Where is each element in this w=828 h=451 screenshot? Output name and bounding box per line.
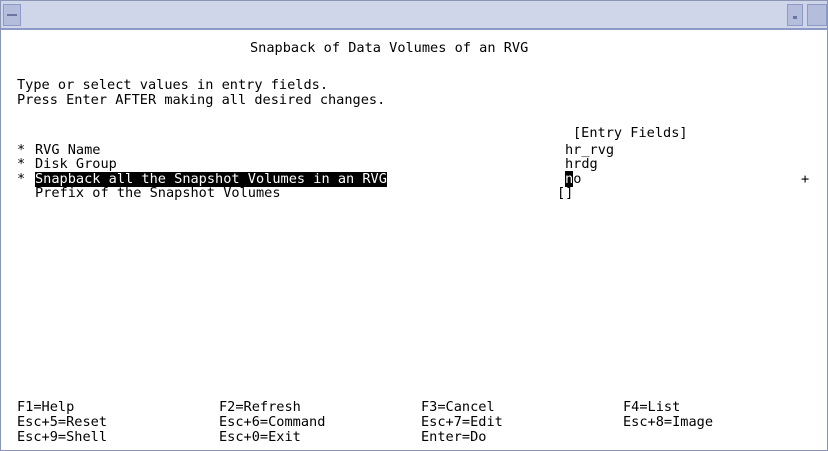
fkey-do[interactable]: Enter=Do: [421, 430, 486, 445]
terminal-window: Snapback of Data Volumes of an RVG Type …: [0, 0, 828, 451]
fkey-command[interactable]: Esc+6=Command: [219, 415, 325, 430]
window-titlebar[interactable]: [1, 1, 827, 30]
field-value-disk-group[interactable]: hrdg: [565, 157, 598, 172]
minimize-icon: [793, 16, 797, 19]
entry-fields-header: [Entry Fields]: [573, 125, 688, 141]
window-menu-button[interactable]: [3, 4, 21, 26]
menu-icon: [7, 14, 17, 16]
page-title: Snapback of Data Volumes of an RVG: [250, 40, 529, 56]
field-value-text: o: [573, 171, 582, 187]
fkey-image[interactable]: Esc+8=Image: [623, 415, 713, 430]
field-value-snapshot-prefix[interactable]: []: [557, 186, 573, 201]
instruction-line: Type or select values in entry fields.: [17, 77, 328, 93]
maximize-button[interactable]: [807, 4, 827, 26]
field-label-snapshot-prefix: Prefix of the Snapshot Volumes: [35, 185, 281, 201]
list-indicator[interactable]: +: [801, 172, 809, 187]
fkey-help[interactable]: F1=Help: [17, 400, 74, 415]
fkey-reset[interactable]: Esc+5=Reset: [17, 415, 107, 430]
fkey-cancel[interactable]: F3=Cancel: [421, 400, 495, 415]
required-marker: *: [17, 171, 26, 187]
instruction-line: Press Enter AFTER making all desired cha…: [17, 92, 386, 108]
fkey-shell[interactable]: Esc+9=Shell: [17, 430, 107, 445]
required-marker: *: [17, 156, 26, 172]
fkey-exit[interactable]: Esc+0=Exit: [219, 430, 301, 445]
minimize-button[interactable]: [787, 4, 803, 26]
field-label-disk-group: Disk Group: [35, 156, 117, 172]
fkey-edit[interactable]: Esc+7=Edit: [421, 415, 503, 430]
smit-screen: Snapback of Data Volumes of an RVG Type …: [1, 30, 827, 450]
fkey-refresh[interactable]: F2=Refresh: [219, 400, 301, 415]
fkey-list[interactable]: F4=List: [623, 400, 680, 415]
